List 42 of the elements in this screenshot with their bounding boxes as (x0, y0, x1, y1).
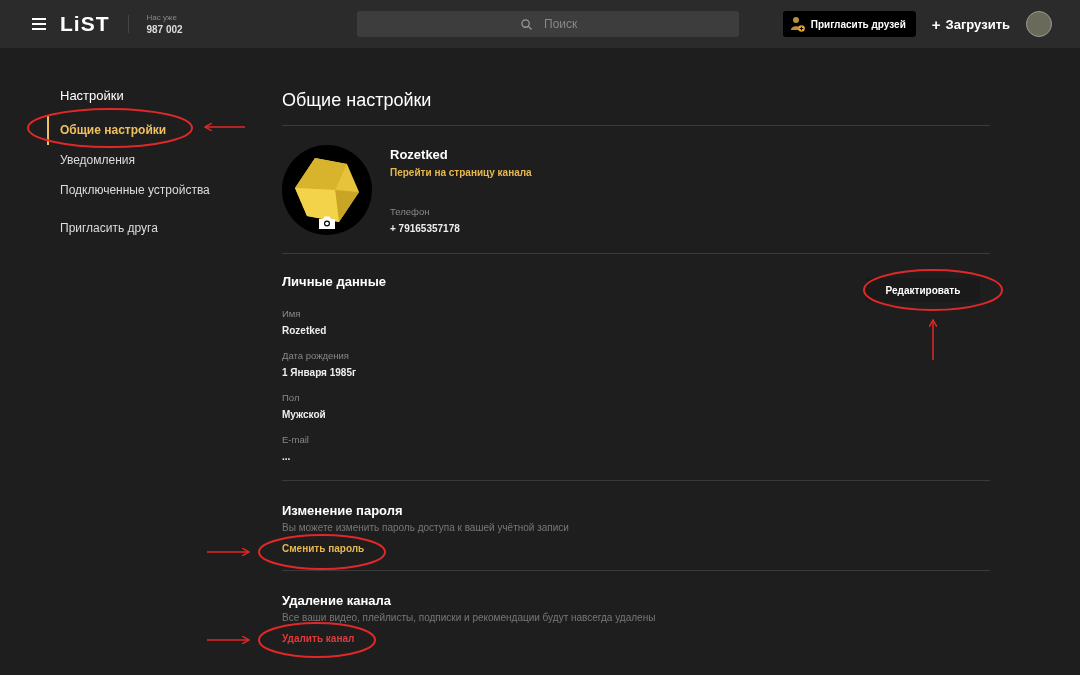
sidebar-item[interactable]: Пригласить друга (47, 213, 158, 243)
logo[interactable]: LiST (60, 12, 110, 36)
annotation-arrow (928, 319, 938, 361)
field-label: E-mail (282, 434, 310, 445)
channel-name: Rozetked (390, 147, 449, 162)
annotation-arrow (206, 547, 250, 557)
sidebar-item[interactable]: Подключенные устройства (47, 175, 210, 205)
section-title: Удаление канала (282, 593, 393, 608)
field-label: Дата рождения (282, 350, 350, 361)
section-title: Личные данные (282, 274, 386, 289)
sidebar-title: Настройки (60, 88, 125, 103)
counter-label: Нас уже (146, 13, 178, 22)
sidebar-item[interactable]: Уведомления (47, 145, 136, 175)
section-description: Все ваши видео, плейлисты, подписки и рекомендации будут навсегда удалены (282, 612, 657, 623)
field-value: ... (282, 451, 292, 462)
channel-page-link[interactable]: Перейти на страницу канала (390, 167, 532, 178)
field-label: Имя (282, 308, 302, 319)
counter-value: 987 002 (146, 24, 183, 35)
delete-channel-link[interactable]: Удалить канал (282, 633, 355, 644)
annotation-arrow (206, 635, 250, 645)
menu-icon[interactable] (32, 18, 46, 30)
person-plus-icon (790, 16, 805, 32)
field-value: Rozetked (282, 325, 328, 336)
change-password-link[interactable]: Сменить пароль (282, 543, 365, 554)
section-title: Изменение пароля (282, 503, 404, 518)
annotation-arrow (204, 122, 246, 132)
field-label: Пол (282, 392, 301, 403)
search-field[interactable]: Поиск (356, 11, 739, 37)
field-label: Телефон (390, 206, 431, 217)
invite-friends-button[interactable]: Пригласить друзей (782, 11, 916, 37)
sidebar-item[interactable]: Общие настройки (47, 115, 167, 145)
page-title: Общие настройки (282, 90, 433, 111)
field-value: Мужской (282, 409, 327, 420)
section-description: Вы можете изменить пароль доступа к вашей учётной записи (282, 522, 570, 533)
field-value: + 79165357178 (390, 223, 461, 234)
upload-button[interactable]: + Загрузить (931, 15, 1010, 33)
cube-drawing (295, 156, 359, 224)
camera-icon[interactable] (319, 216, 335, 229)
field-value: 1 Января 1985г (282, 367, 358, 378)
edit-button[interactable]: Редактировать (866, 278, 980, 302)
avatar-circle[interactable] (1026, 11, 1052, 37)
search-icon (520, 19, 532, 30)
